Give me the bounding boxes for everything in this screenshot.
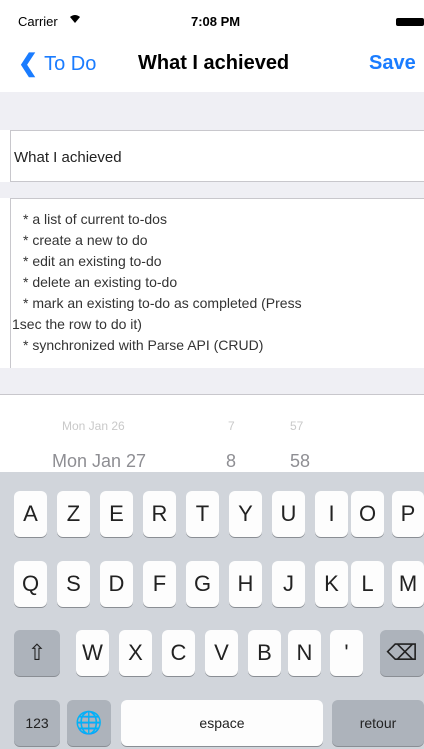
notes-line: * create a new to do	[23, 232, 148, 248]
key-f[interactable]: F	[143, 561, 176, 607]
shift-key[interactable]: ⇧	[14, 630, 60, 676]
key-y[interactable]: Y	[229, 491, 262, 537]
section-spacer	[0, 92, 424, 130]
key-e[interactable]: E	[100, 491, 133, 537]
delete-key[interactable]: ⌫	[380, 630, 424, 676]
notes-line: * delete an existing to-do	[23, 274, 178, 290]
key-l[interactable]: L	[351, 561, 384, 607]
key-g[interactable]: G	[186, 561, 219, 607]
backspace-icon: ⌫	[386, 640, 418, 665]
key-s[interactable]: S	[57, 561, 90, 607]
space-key[interactable]: espace	[121, 700, 323, 746]
date-picker[interactable]: Mon Jan 26 7 57 Mon Jan 27 8 58	[0, 394, 424, 475]
key-j[interactable]: J	[272, 561, 305, 607]
key-p[interactable]: P	[392, 491, 424, 537]
picker-hour-faded[interactable]: 7	[228, 419, 235, 433]
key-h[interactable]: H	[229, 561, 262, 607]
page-title: What I achieved	[138, 52, 290, 74]
globe-key[interactable]: 🌐	[67, 700, 111, 746]
globe-icon: 🌐	[75, 710, 103, 735]
key-o[interactable]: O	[351, 491, 384, 537]
shift-icon: ⇧	[27, 640, 47, 665]
wifi-icon	[69, 13, 81, 27]
picker-minute[interactable]: 58	[290, 451, 310, 472]
key-r[interactable]: R	[143, 491, 176, 537]
picker-date[interactable]: Mon Jan 27	[52, 451, 146, 472]
key-n[interactable]: N	[288, 630, 321, 676]
key-apostrophe[interactable]: '	[330, 630, 363, 676]
key-u[interactable]: U	[272, 491, 305, 537]
back-button[interactable]: ❮ To Do	[18, 52, 96, 76]
key-z[interactable]: Z	[57, 491, 90, 537]
key-q[interactable]: Q	[14, 561, 47, 607]
picker-minute-faded[interactable]: 57	[290, 419, 303, 433]
section-spacer	[0, 182, 424, 198]
key-d[interactable]: D	[100, 561, 133, 607]
notes-line: * edit an existing to-do	[23, 253, 162, 269]
key-x[interactable]: X	[119, 630, 152, 676]
key-w[interactable]: W	[76, 630, 109, 676]
key-t[interactable]: T	[186, 491, 219, 537]
picker-hour[interactable]: 8	[226, 451, 236, 472]
notes-textarea[interactable]: * a list of current to-dos * create a ne…	[10, 198, 424, 368]
numbers-key[interactable]: 123	[14, 700, 60, 746]
title-field[interactable]: What I achieved	[10, 130, 424, 182]
notes-line: * synchronized with Parse API (CRUD)	[23, 337, 264, 353]
key-i[interactable]: I	[315, 491, 348, 537]
picker-date-faded[interactable]: Mon Jan 26	[62, 419, 125, 433]
notes-line: 1sec the row to do it)	[12, 316, 142, 332]
key-c[interactable]: C	[162, 630, 195, 676]
section-spacer	[0, 368, 424, 394]
key-v[interactable]: V	[205, 630, 238, 676]
key-k[interactable]: K	[315, 561, 348, 607]
back-button-label: To Do	[44, 52, 97, 75]
notes-line: * mark an existing to-do as completed (P…	[23, 295, 302, 311]
keyboard: A Z E R T Y U I O P Q S D F G H J K L M …	[0, 472, 424, 749]
chevron-left-icon: ❮	[18, 50, 39, 77]
return-key[interactable]: retour	[332, 700, 424, 746]
battery-icon	[396, 18, 424, 26]
key-b[interactable]: B	[248, 630, 281, 676]
carrier-label: Carrier	[18, 14, 58, 29]
key-m[interactable]: M	[392, 561, 424, 607]
key-a[interactable]: A	[14, 491, 47, 537]
status-time: 7:08 PM	[191, 14, 241, 29]
notes-line: * a list of current to-dos	[23, 211, 167, 227]
save-button[interactable]: Save	[369, 52, 416, 75]
